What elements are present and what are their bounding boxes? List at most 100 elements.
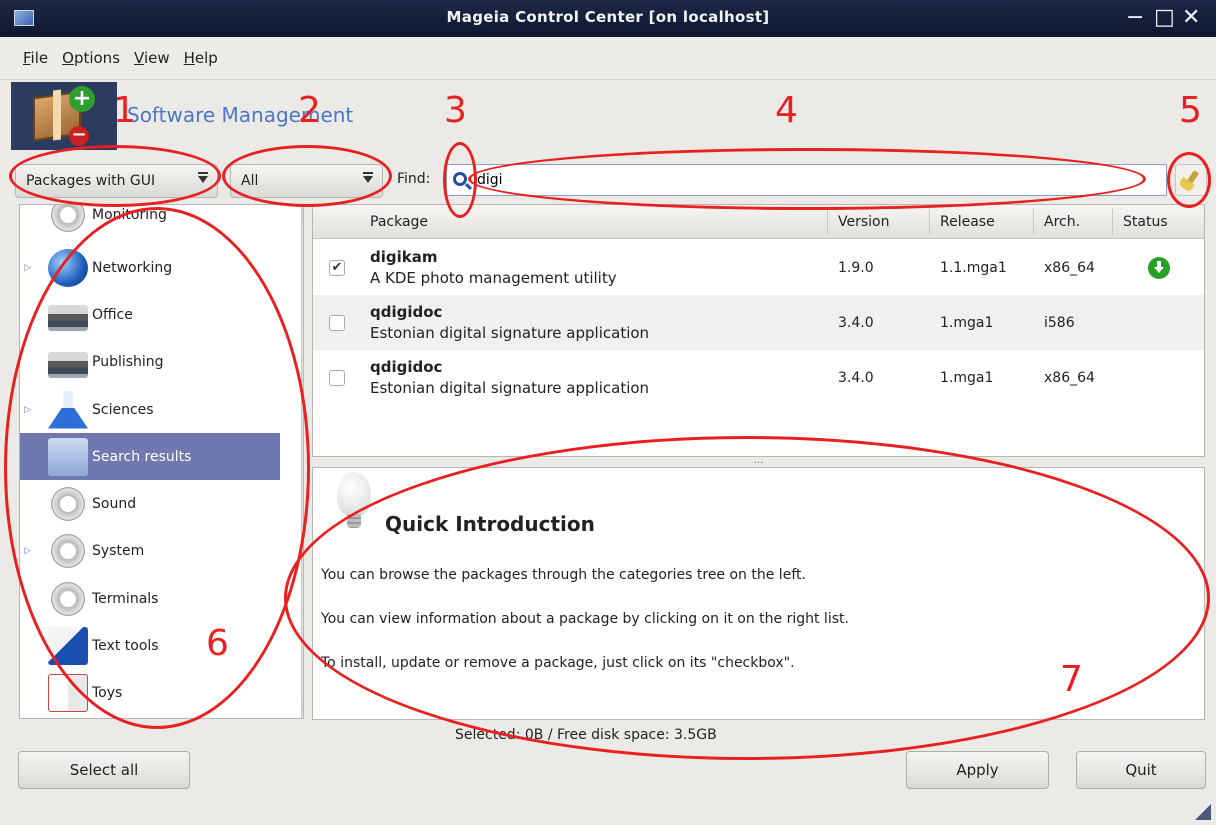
package-arch: x86_64 — [1044, 370, 1095, 386]
column-release[interactable]: Release — [940, 214, 995, 230]
expand-arrow-icon[interactable]: ▷ — [24, 263, 31, 273]
sidebar-item-label: Publishing — [92, 353, 164, 370]
minimize-button[interactable]: − — [1126, 5, 1144, 31]
sidebar-item-system[interactable]: ▷ System — [20, 527, 280, 574]
intro-line: You can browse the packages through the … — [321, 567, 806, 583]
menu-options[interactable]: Options — [62, 49, 120, 67]
menu-help-mnemonic: H — [183, 49, 195, 67]
lightbulb-icon — [337, 472, 371, 528]
scroll-up-arrow-icon[interactable] — [302, 205, 303, 223]
package-name: qdigidoc — [370, 358, 443, 376]
search-results-icon — [48, 437, 88, 476]
package-checkbox[interactable] — [329, 315, 345, 331]
expand-arrow-icon[interactable]: ▷ — [24, 405, 31, 415]
package-checkbox[interactable] — [329, 370, 345, 386]
sidebar-item-networking[interactable]: ▷ Networking — [20, 244, 280, 291]
package-name: qdigidoc — [370, 303, 443, 321]
column-version[interactable]: Version — [838, 214, 889, 230]
table-row[interactable]: ✔ digikam A KDE photo management utility 1.… — [313, 240, 1204, 295]
selection-status: Selected: 0B / Free disk space: 3.5GB — [455, 727, 717, 743]
menu-view[interactable]: View — [134, 49, 170, 67]
sidebar-item-sciences[interactable]: ▷ Sciences — [20, 386, 280, 433]
package-summary: Estonian digital signature application — [370, 379, 650, 397]
package-type-filter[interactable]: Packages with GUI — [15, 164, 218, 198]
sidebar-item-label: Text tools — [92, 637, 159, 654]
sidebar-item-label: Office — [92, 306, 133, 323]
menu-help[interactable]: Help — [184, 49, 218, 67]
window-controls: − □ ✕ — [1126, 5, 1200, 31]
sidebar-item-label: Toys — [92, 684, 123, 701]
annotation-number-2: 2 — [298, 90, 321, 131]
menubar: File Options View Help — [0, 37, 1216, 80]
category-scrollbar[interactable] — [301, 205, 303, 718]
gear-icon — [48, 579, 88, 618]
broom-icon — [1182, 170, 1200, 190]
globe-icon — [48, 248, 88, 287]
window-titlebar: Mageia Control Center [on localhost] − □… — [0, 0, 1216, 37]
menu-view-mnemonic: V — [134, 49, 144, 67]
apply-button[interactable]: Apply — [906, 751, 1049, 789]
table-row[interactable]: qdigidoc Estonian digital signature appli… — [313, 295, 1204, 350]
menu-file[interactable]: File — [23, 49, 48, 67]
column-separator — [1033, 209, 1034, 235]
pane-splitter[interactable]: ... — [312, 456, 1205, 467]
package-release: 1.1.mga1 — [940, 260, 1007, 276]
column-package[interactable]: Package — [370, 214, 428, 230]
sidebar-item-publishing[interactable]: Publishing — [20, 338, 280, 385]
package-arch: i586 — [1044, 315, 1075, 331]
clear-search-button[interactable] — [1175, 164, 1207, 196]
search-icon[interactable] — [453, 172, 467, 186]
menu-options-mnemonic: O — [62, 49, 74, 67]
select-all-button[interactable]: Select all — [18, 751, 190, 789]
annotation-number-1: 1 — [113, 90, 136, 131]
package-band — [53, 89, 61, 141]
scroll-down-arrow-icon[interactable] — [302, 700, 303, 718]
annotation-number-7: 7 — [1060, 659, 1083, 700]
sidebar-item-search-results[interactable]: Search results — [20, 433, 280, 480]
toys-icon — [48, 673, 88, 712]
menu-help-label: elp — [194, 49, 218, 67]
table-row[interactable]: qdigidoc Estonian digital signature appli… — [313, 350, 1204, 405]
column-separator — [827, 209, 828, 235]
column-arch[interactable]: Arch. — [1044, 214, 1080, 230]
maximize-button[interactable]: □ — [1154, 5, 1175, 31]
window-title: Mageia Control Center [on localhost] — [446, 8, 770, 26]
minus-icon: − — [69, 126, 89, 146]
sidebar-item-monitoring[interactable]: Monitoring — [20, 205, 280, 238]
sidebar-item-terminals[interactable]: Terminals — [20, 575, 280, 622]
package-release: 1.mga1 — [940, 370, 994, 386]
package-checkbox[interactable]: ✔ — [329, 260, 345, 276]
gear-icon — [48, 531, 88, 570]
text-tools-icon — [48, 626, 88, 665]
package-list: Package Version Release Arch. Status ✔ di… — [312, 204, 1205, 457]
window-resize-grip[interactable] — [1195, 804, 1211, 820]
sidebar-item-toys[interactable]: Toys — [20, 669, 280, 716]
package-version: 1.9.0 — [838, 260, 874, 276]
close-button[interactable]: ✕ — [1182, 5, 1200, 31]
category-tree[interactable]: Monitoring ▷ Networking Office Publishing ▷ Sc… — [19, 204, 304, 719]
sidebar-item-text-tools[interactable]: Text tools — [20, 622, 280, 669]
package-state-filter[interactable]: All — [230, 164, 383, 198]
expand-arrow-icon[interactable]: ▷ — [24, 546, 31, 556]
menu-options-label: ptions — [73, 49, 121, 67]
sidebar-item-label: Search results — [92, 448, 192, 465]
printer-icon — [48, 304, 88, 331]
package-version: 3.4.0 — [838, 370, 874, 386]
install-icon — [1148, 257, 1170, 279]
menu-file-label: ile — [30, 49, 49, 67]
menu-file-mnemonic: F — [23, 49, 31, 67]
sidebar-item-office[interactable]: Office — [20, 291, 280, 338]
find-label: Find: — [397, 171, 431, 187]
package-list-header: Package Version Release Arch. Status — [313, 205, 1204, 239]
intro-line: To install, update or remove a package, … — [321, 655, 795, 671]
menu-view-label: iew — [143, 49, 170, 67]
package-summary: Estonian digital signature application — [370, 324, 650, 342]
annotation-number-6: 6 — [206, 623, 229, 664]
column-status[interactable]: Status — [1123, 214, 1168, 230]
dropdown-arrow-icon — [363, 172, 373, 183]
sidebar-item-sound[interactable]: Sound — [20, 480, 280, 527]
search-field[interactable] — [446, 164, 1167, 196]
search-input[interactable] — [477, 169, 1147, 191]
package-type-filter-value: Packages with GUI — [26, 173, 156, 189]
quit-button[interactable]: Quit — [1076, 751, 1206, 789]
